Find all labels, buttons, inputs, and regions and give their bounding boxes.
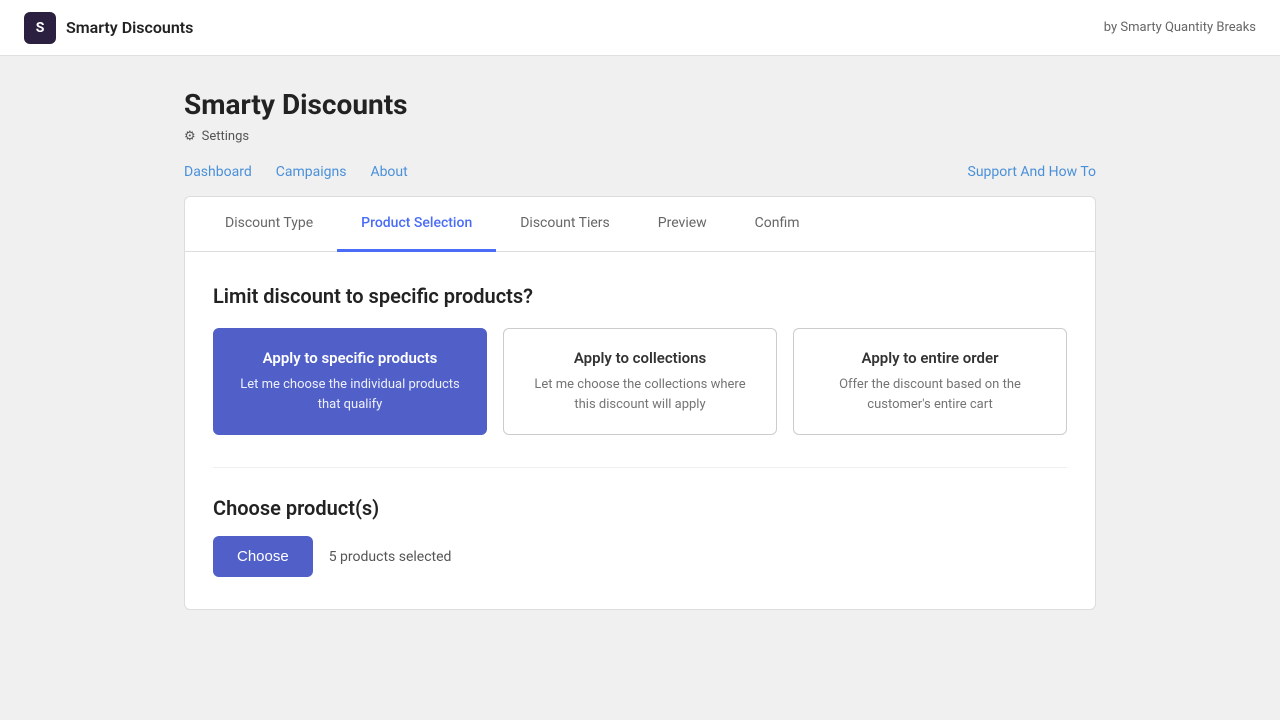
option-entire-order[interactable]: Apply to entire order Offer the discount… — [793, 328, 1067, 435]
gear-icon: ⚙ — [184, 129, 196, 144]
tab-confirm[interactable]: Confim — [731, 197, 824, 252]
main-card: Discount Type Product Selection Discount… — [184, 196, 1096, 610]
choose-row: Choose 5 products selected — [213, 536, 1067, 577]
tab-discount-type[interactable]: Discount Type — [201, 197, 337, 252]
option-collections-desc: Let me choose the collections where this… — [524, 375, 756, 414]
limit-section-title: Limit discount to specific products? — [213, 284, 1067, 308]
option-specific-products-desc: Let me choose the individual products th… — [234, 375, 466, 414]
settings-link[interactable]: ⚙ Settings — [184, 129, 1096, 144]
choose-button[interactable]: Choose — [213, 536, 313, 577]
section-divider — [213, 467, 1067, 468]
option-entire-order-desc: Offer the discount based on the customer… — [814, 375, 1046, 414]
option-specific-products[interactable]: Apply to specific products Let me choose… — [213, 328, 487, 435]
page-body: Smarty Discounts ⚙ Settings Dashboard Ca… — [160, 56, 1120, 642]
nav-campaigns[interactable]: Campaigns — [276, 164, 347, 180]
choose-products-title: Choose product(s) — [213, 496, 1067, 520]
tab-discount-tiers[interactable]: Discount Tiers — [496, 197, 634, 252]
tabs: Discount Type Product Selection Discount… — [185, 197, 1095, 252]
option-entire-order-title: Apply to entire order — [814, 349, 1046, 367]
settings-label: Settings — [202, 129, 249, 144]
nav-links: Dashboard Campaigns About — [184, 164, 408, 180]
options-row: Apply to specific products Let me choose… — [213, 328, 1067, 435]
topbar-left: S Smarty Discounts — [24, 12, 193, 44]
nav-dashboard[interactable]: Dashboard — [184, 164, 252, 180]
products-selected-label: 5 products selected — [329, 549, 452, 565]
app-title: Smarty Discounts — [66, 18, 193, 37]
page-title: Smarty Discounts — [184, 88, 1096, 121]
option-specific-products-title: Apply to specific products — [234, 349, 466, 367]
option-collections-title: Apply to collections — [524, 349, 756, 367]
tab-product-selection[interactable]: Product Selection — [337, 197, 496, 252]
app-icon: S — [24, 12, 56, 44]
topbar-by-label: by Smarty Quantity Breaks — [1104, 20, 1256, 35]
nav-bar: Dashboard Campaigns About Support And Ho… — [184, 164, 1096, 180]
nav-about[interactable]: About — [370, 164, 407, 180]
tab-preview[interactable]: Preview — [634, 197, 731, 252]
topbar: S Smarty Discounts by Smarty Quantity Br… — [0, 0, 1280, 56]
option-collections[interactable]: Apply to collections Let me choose the c… — [503, 328, 777, 435]
support-link[interactable]: Support And How To — [968, 164, 1096, 180]
card-content: Limit discount to specific products? App… — [185, 252, 1095, 609]
